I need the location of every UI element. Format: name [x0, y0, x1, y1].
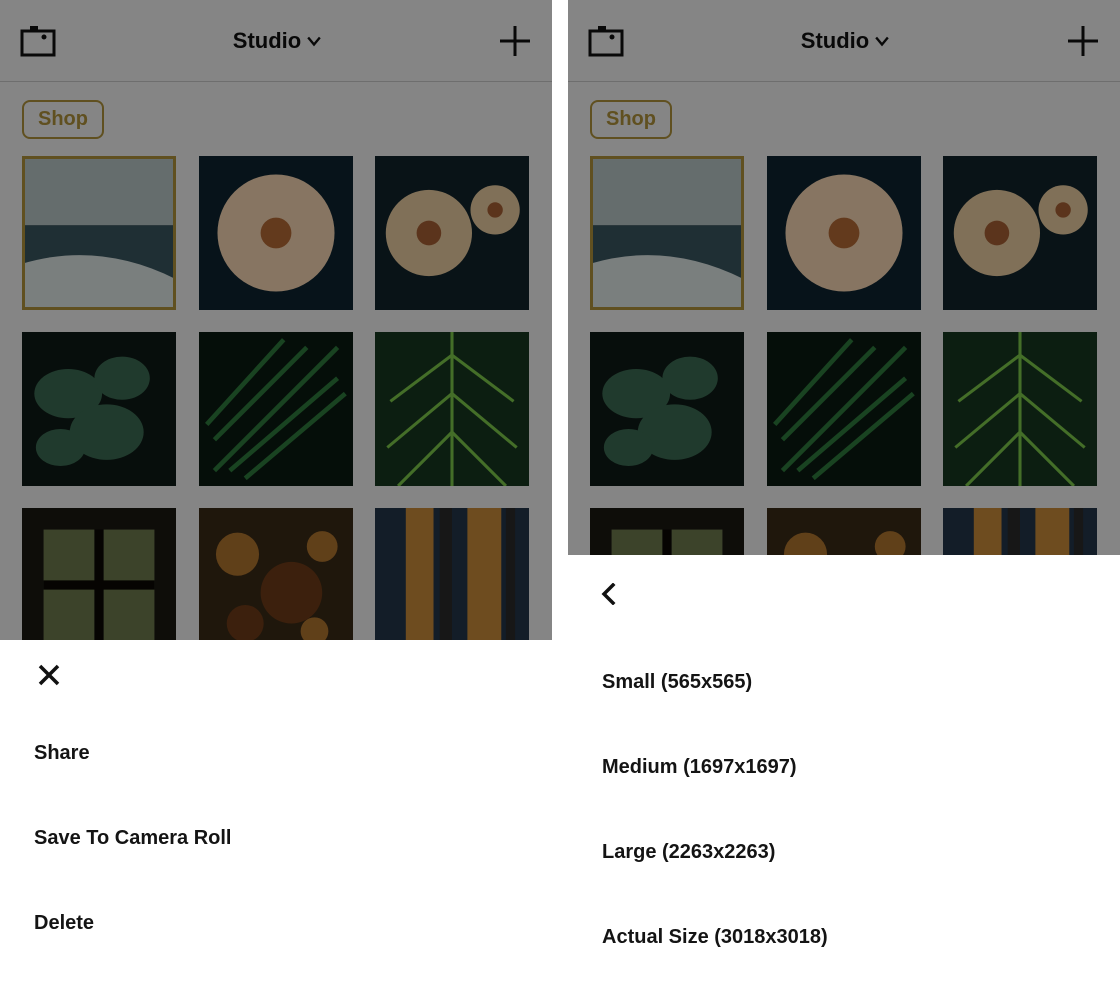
size-option-medium[interactable]: Medium (1697x1697): [602, 756, 1086, 779]
action-sheet: Share Save To Camera Roll Delete: [0, 640, 552, 984]
size-option-small[interactable]: Small (565x565): [602, 671, 1086, 694]
screen-share-menu: Studio Shop Share Save To Came: [0, 0, 552, 984]
size-option-large[interactable]: Large (2263x2263): [602, 841, 1086, 864]
chevron-left-icon: [598, 583, 620, 605]
size-option-actual[interactable]: Actual Size (3018x3018): [602, 926, 1086, 949]
size-sheet: Small (565x565) Medium (1697x1697) Large…: [568, 555, 1120, 984]
overlay-dim: [0, 0, 552, 640]
share-option[interactable]: Share: [34, 742, 518, 765]
delete-option[interactable]: Delete: [34, 912, 518, 935]
overlay-dim: [568, 0, 1120, 555]
back-button[interactable]: [594, 579, 624, 609]
screen-size-menu: Studio Shop Small (565x565) Me: [568, 0, 1120, 984]
save-camera-roll-option[interactable]: Save To Camera Roll: [34, 827, 518, 850]
close-button[interactable]: [34, 660, 64, 690]
close-icon: [38, 664, 60, 686]
